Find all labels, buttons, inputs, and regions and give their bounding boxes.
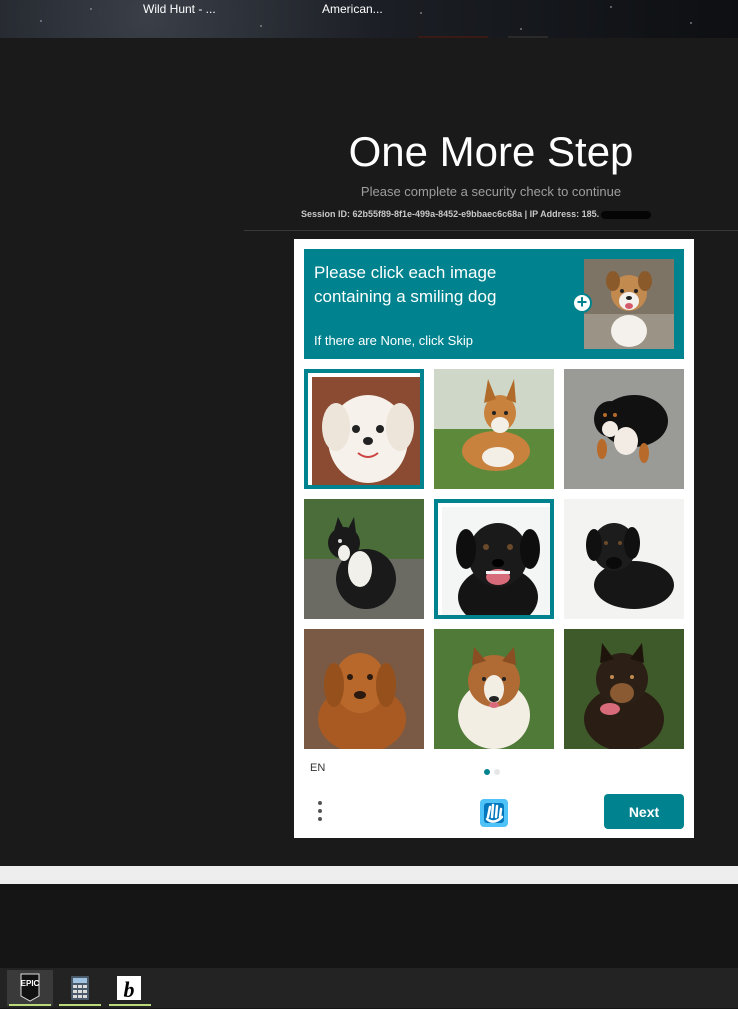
redaction-mark [601, 210, 652, 219]
page-dot-active[interactable] [484, 769, 490, 775]
language-selector[interactable]: EN [310, 762, 325, 774]
desktop-background: Wild Hunt - ... American... [0, 0, 738, 38]
active-indicator [59, 1004, 101, 1006]
page-subtitle: Please complete a security check to cont… [360, 184, 622, 199]
prompt-text: Please click each image containing a smi… [314, 263, 497, 306]
menu-icon[interactable] [318, 801, 324, 825]
taskbar: EPIC b [0, 968, 738, 1008]
lower-background [0, 884, 738, 968]
plus-icon[interactable]: + [572, 293, 592, 313]
active-indicator [9, 1004, 51, 1006]
grid-image-golden-retriever[interactable] [304, 629, 424, 749]
horizontal-scrollbar[interactable] [0, 866, 738, 884]
session-text: Session ID: 62b55f89-8f1e-499a-8452-e9bb… [301, 209, 600, 219]
epic-label: EPIC [21, 979, 40, 988]
next-button[interactable]: Next [604, 794, 684, 829]
bing-label: b [124, 977, 135, 1002]
taskbar-app-bing[interactable]: b [107, 970, 153, 1006]
grid-image-black-dog[interactable] [564, 499, 684, 619]
skip-hint: If there are None, click Skip [314, 333, 473, 348]
page-title: One More Step [348, 128, 634, 175]
grid-image-sheltie[interactable] [434, 629, 554, 749]
grid-image-border-collie[interactable] [304, 499, 424, 619]
grid-image-brown-dog[interactable] [564, 629, 684, 749]
captcha-widget: Please click each image containing a smi… [294, 239, 694, 838]
example-image[interactable] [584, 259, 674, 349]
grid-image-tricolor-dog[interactable] [564, 369, 684, 489]
taskbar-app-calculator[interactable] [57, 970, 103, 1006]
desktop-item-label[interactable]: American... [322, 2, 383, 16]
captcha-prompt: Please click each image containing a smi… [304, 249, 684, 359]
active-indicator [109, 1004, 151, 1006]
taskbar-app-epic-games[interactable]: EPIC [7, 970, 53, 1006]
hcaptcha-hand-icon[interactable] [476, 795, 512, 831]
grid-image-corgi[interactable] [434, 369, 554, 489]
page-dot[interactable] [494, 769, 500, 775]
grid-image-black-lab[interactable] [434, 499, 554, 619]
session-info: Session ID: 62b55f89-8f1e-499a-8452-e9bb… [301, 209, 652, 219]
desktop-item-label[interactable]: Wild Hunt - ... [143, 2, 216, 16]
grid-image-white-dog[interactable] [304, 369, 424, 489]
divider [244, 230, 738, 231]
